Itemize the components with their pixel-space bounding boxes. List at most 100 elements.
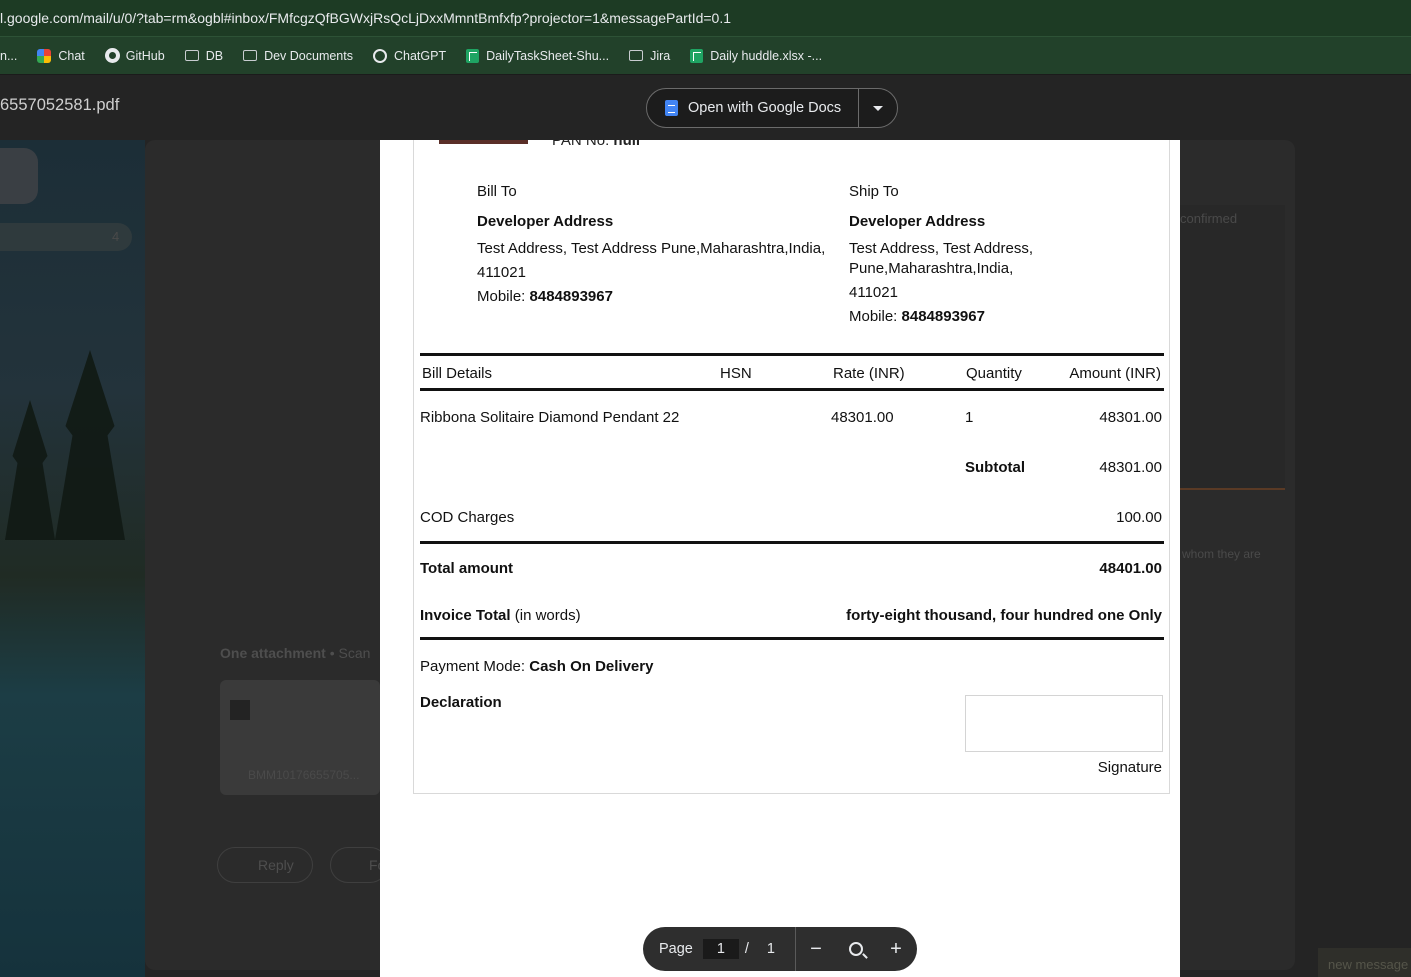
zoom-icon: [848, 942, 863, 956]
pan-label: PAN No:: [552, 140, 610, 149]
column-header-amount: Amount (INR): [1069, 365, 1161, 382]
column-header-bill-details: Bill Details: [422, 365, 493, 382]
bookmark-github[interactable]: GitHub: [104, 48, 165, 63]
zoom-in-button[interactable]: +: [876, 927, 916, 971]
mobile-value: 8484893967: [529, 288, 613, 305]
open-with-docs-button[interactable]: Open with Google Docs: [646, 88, 898, 128]
wallpaper: [0, 140, 145, 977]
chat-icon: [37, 48, 52, 63]
payment-top-rule: [420, 637, 1164, 640]
subtotal-label: Subtotal: [965, 459, 1025, 476]
column-header-hsn: HSN: [720, 365, 752, 382]
bill-to-pincode: 411021: [477, 264, 526, 281]
bookmark-label: DB: [205, 48, 224, 63]
bookmark-label: GitHub: [125, 48, 165, 63]
mobile-label: Mobile:: [849, 308, 898, 325]
bookmark-label: Chat: [58, 48, 85, 63]
tree-silhouette: [55, 350, 125, 540]
bookmark-label: ChatGPT: [394, 48, 447, 63]
ship-to-pincode: 411021: [849, 284, 898, 301]
cod-value: 100.00: [1116, 509, 1162, 526]
inbox-nav-item: 4: [0, 223, 132, 251]
bill-to-mobile: Mobile: 8484893967: [477, 288, 613, 305]
bookmark-truncated[interactable]: n...: [0, 49, 17, 63]
bookmark-chat[interactable]: Chat: [37, 48, 85, 63]
bill-to-address-line: Test Address, Test Address Pune,Maharash…: [477, 240, 826, 257]
table-header-top-rule: [420, 353, 1164, 356]
open-with-docs-main[interactable]: Open with Google Docs: [647, 89, 859, 127]
side-card: confirmed: [1180, 205, 1285, 490]
bookmark-daily-task-sheet[interactable]: DailyTaskSheet-Shu...: [466, 48, 610, 63]
file-name: 6557052581.pdf: [0, 96, 120, 114]
folder-icon: [629, 50, 644, 61]
bookmark-label: DailyTaskSheet-Shu...: [486, 48, 610, 63]
bookmark-label: Dev Documents: [264, 48, 353, 63]
attachment-extra: • Scan: [329, 645, 371, 661]
signature-label: Signature: [1097, 759, 1162, 776]
pan-value: null: [613, 140, 641, 149]
invoice-total-words-label: Invoice Total (in words): [420, 607, 581, 624]
bookmark-daily-huddle[interactable]: Daily huddle.xlsx -...: [690, 48, 823, 63]
sheets-icon: [466, 48, 480, 63]
cod-label: COD Charges: [420, 509, 515, 526]
column-header-rate: Rate (INR): [833, 365, 905, 382]
subtotal-value: 48301.00: [1099, 459, 1162, 476]
bookmark-chatgpt[interactable]: ChatGPT: [373, 48, 447, 63]
payment-label: Payment Mode:: [420, 658, 526, 675]
open-with-label: Open with Google Docs: [688, 100, 842, 116]
chevron-down-icon[interactable]: [873, 105, 883, 111]
words-suffix: (in words): [514, 607, 581, 624]
table-header-bottom-rule: [420, 388, 1164, 391]
bookmarks-bar: n... Chat GitHub DB Dev Documents ChatGP…: [0, 36, 1411, 74]
item-quantity: 1: [965, 409, 974, 426]
item-rate: 48301.00: [831, 409, 894, 426]
attachment-title: One attachment: [220, 645, 326, 661]
ship-to-address-line: Pune,Maharashtra,India,: [849, 260, 1014, 277]
snippet-text: confirmed: [1180, 211, 1238, 226]
attachment-file-name: BMM10176655705...: [248, 768, 360, 782]
mobile-value: 8484893967: [901, 308, 985, 325]
folder-icon: [243, 50, 258, 61]
reply-button: Reply: [217, 847, 313, 883]
zoom-reset-button[interactable]: [836, 927, 876, 971]
page-separator: /: [744, 941, 749, 957]
bookmark-jira[interactable]: Jira: [629, 49, 670, 63]
new-message-toast: new message: [1318, 948, 1411, 977]
reply-label: Reply: [258, 857, 294, 873]
company-logo: [439, 140, 528, 144]
page-label: Page: [659, 941, 693, 957]
payment-value: Cash On Delivery: [529, 658, 654, 675]
total-label: Total amount: [420, 560, 514, 577]
payment-mode: Payment Mode: Cash On Delivery: [420, 658, 653, 675]
ship-to-mobile: Mobile: 8484893967: [849, 308, 985, 325]
page-toolbar: Page 1 / 1 − +: [643, 927, 917, 971]
bookmark-label: n...: [0, 48, 18, 63]
signature-box: [965, 695, 1163, 752]
github-icon: [104, 48, 120, 63]
bookmark-db[interactable]: DB: [184, 48, 224, 63]
bookmark-dev-documents[interactable]: Dev Documents: [243, 49, 353, 63]
docs-icon: [665, 100, 678, 116]
declaration-heading: Declaration: [420, 694, 502, 711]
invoice-total-words: forty-eight thousand, four hundred one O…: [846, 607, 1162, 624]
bookmark-label: Jira: [650, 48, 671, 63]
pdf-page: PAN No: null Bill To Developer Address T…: [380, 140, 1180, 977]
address-bar[interactable]: l.google.com/mail/u/0/?tab=rm&ogbl#inbox…: [0, 0, 1411, 36]
attachment-thumbnail: BMM10176655705...: [220, 680, 380, 795]
attachment-heading: One attachment • Scan: [220, 645, 370, 661]
ship-to-heading: Ship To: [849, 183, 899, 200]
snippet-text: whom they are: [1182, 547, 1261, 561]
sheets-icon: [690, 48, 704, 63]
chatgpt-icon: [373, 48, 387, 63]
folder-icon: [184, 50, 199, 61]
page-total: 1: [766, 941, 775, 957]
total-value: 48401.00: [1099, 560, 1162, 577]
column-header-quantity: Quantity: [966, 365, 1022, 382]
bookmark-label: Daily huddle.xlsx -...: [710, 48, 823, 63]
url-text: l.google.com/mail/u/0/?tab=rm&ogbl#inbox…: [0, 10, 732, 26]
zoom-out-button[interactable]: −: [796, 927, 836, 971]
page-number-input[interactable]: 1: [702, 939, 739, 959]
ship-to-name: Developer Address: [849, 213, 986, 230]
bill-to-heading: Bill To: [477, 183, 517, 200]
total-top-rule: [420, 541, 1164, 544]
